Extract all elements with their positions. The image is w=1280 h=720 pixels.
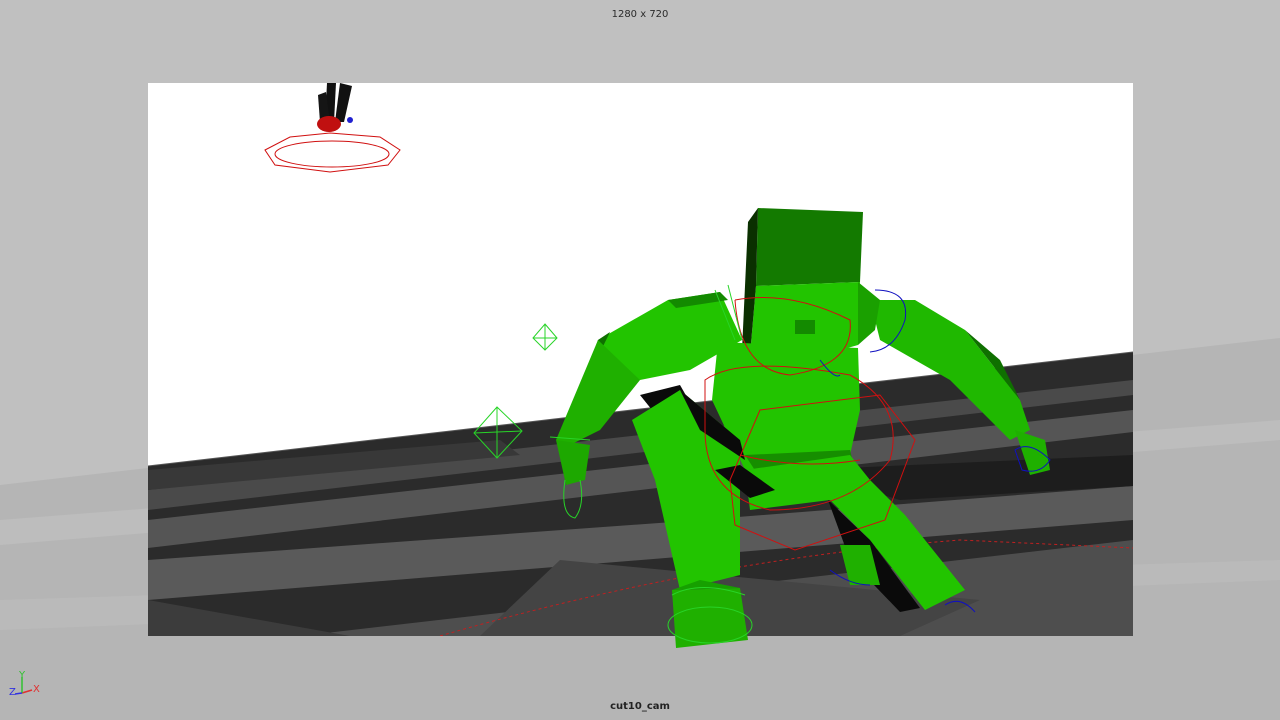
y-axis-label: Y <box>18 670 26 681</box>
z-axis-line <box>14 692 23 695</box>
camera-name-label: cut10_cam <box>610 701 670 712</box>
3d-viewport[interactable]: X Y Z <box>0 0 1280 720</box>
x-axis-label: X <box>33 684 40 695</box>
z-axis-label: Z <box>9 687 16 698</box>
